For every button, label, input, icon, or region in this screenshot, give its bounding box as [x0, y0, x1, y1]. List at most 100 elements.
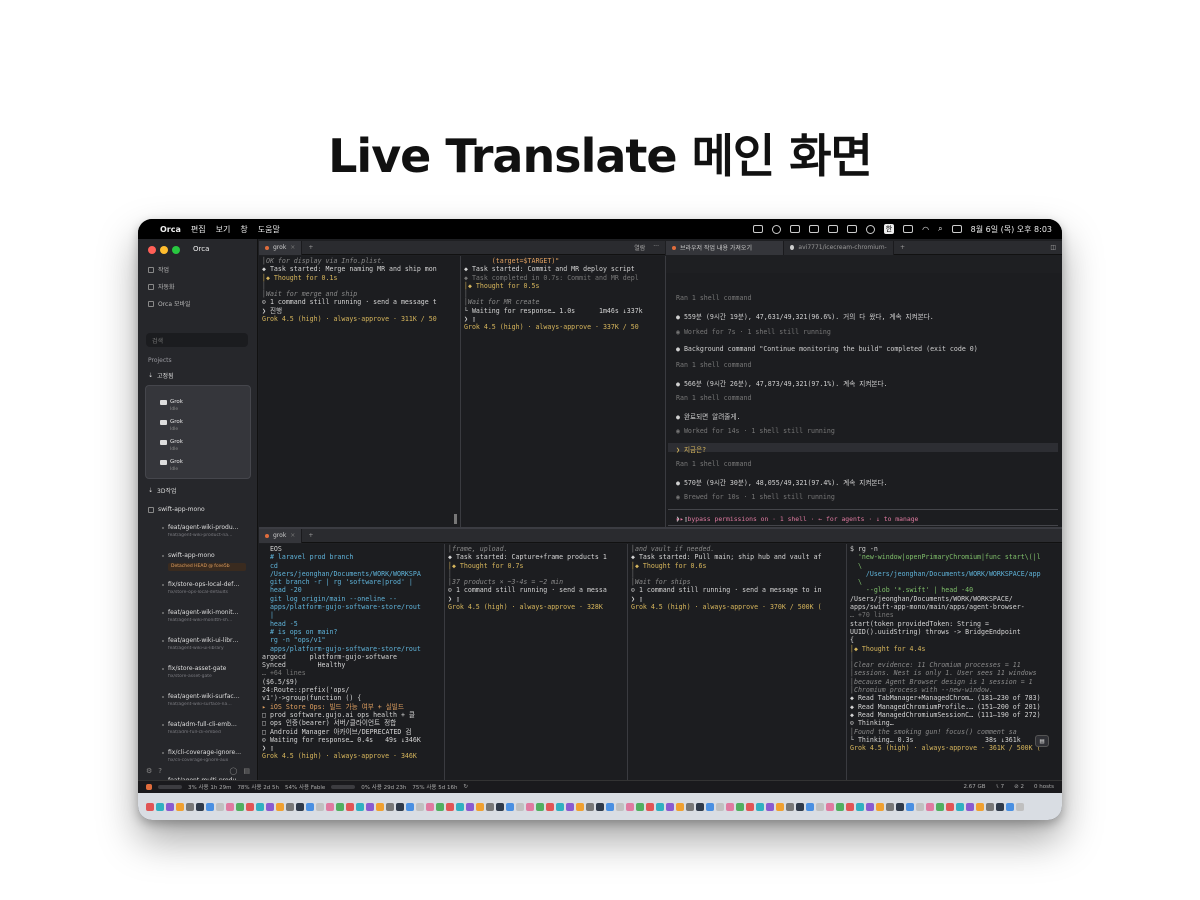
dock-app-icon[interactable]	[886, 802, 894, 811]
dock-app-icon[interactable]	[286, 802, 294, 811]
dock-app-icon[interactable]	[636, 802, 644, 811]
dock-app-icon[interactable]	[806, 802, 814, 811]
minimize-window-button[interactable]	[160, 246, 168, 254]
dock-app-icon[interactable]	[166, 802, 174, 811]
dock-app-icon[interactable]	[556, 802, 564, 811]
dock-app-icon[interactable]	[426, 802, 434, 811]
pane-overlay-icon[interactable]: ▤	[1035, 735, 1049, 747]
dock-app-icon[interactable]	[196, 802, 204, 811]
agent-chat-pane[interactable]: Ran 1 shell command ● 559분 (9시간 19분), 47…	[666, 273, 1062, 527]
dock-app-icon[interactable]	[626, 802, 634, 811]
window-icon[interactable]	[846, 225, 857, 233]
dock-app-icon[interactable]	[506, 802, 514, 811]
dock-app-icon[interactable]	[316, 802, 324, 811]
battery-icon[interactable]	[903, 225, 914, 233]
new-tab-button[interactable]: +	[894, 244, 911, 251]
worktree-item[interactable]: feat/agent-wiki-produ…	[168, 524, 250, 531]
dock-app-icon[interactable]	[646, 802, 654, 811]
dock-app-icon[interactable]	[746, 802, 754, 811]
tray-app-icon[interactable]	[789, 225, 800, 233]
dock-app-icon[interactable]	[466, 802, 474, 811]
dock-app-icon[interactable]	[346, 802, 354, 811]
dock-app-icon[interactable]	[736, 802, 744, 811]
dock-app-icon[interactable]	[786, 802, 794, 811]
dock-app-icon[interactable]	[416, 802, 424, 811]
dock-app-icon[interactable]	[816, 802, 824, 811]
dock-app-icon[interactable]	[276, 802, 284, 811]
dock-app-icon[interactable]	[706, 802, 714, 811]
dock-app-icon[interactable]	[156, 802, 164, 811]
agent-item[interactable]: Grok	[160, 439, 183, 445]
dock-app-icon[interactable]	[876, 802, 884, 811]
agent-item[interactable]: Grok	[160, 459, 183, 465]
dock-app-icon[interactable]	[216, 802, 224, 811]
dock-app-icon[interactable]	[536, 802, 544, 811]
close-icon[interactable]: ×	[290, 244, 295, 251]
menu-window[interactable]: 창	[240, 224, 247, 235]
dock-app-icon[interactable]	[586, 802, 594, 811]
dock-app-icon[interactable]	[936, 802, 944, 811]
sidebar-item-tasks[interactable]: 작업	[148, 265, 169, 274]
tab-github[interactable]: avi7771/icecream-chromium-m…	[784, 240, 894, 255]
menu-view[interactable]: 보기	[216, 224, 231, 235]
dock-app-icon[interactable]	[176, 802, 184, 811]
dock-app-icon[interactable]	[396, 802, 404, 811]
worktree-item[interactable]: feat/agent-wiki-monit…	[168, 609, 250, 616]
terminal-pane-bottom-3[interactable]: │and vault if needed. ◆ Task started: Pu…	[628, 544, 847, 780]
record-icon[interactable]	[771, 224, 781, 234]
dock-app-icon[interactable]	[266, 802, 274, 811]
dock-app-icon[interactable]	[616, 802, 624, 811]
dock-app-icon[interactable]	[296, 802, 304, 811]
dock-app-icon[interactable]	[186, 802, 194, 811]
dock-app-icon[interactable]	[676, 802, 684, 811]
agent-item[interactable]: Grok	[160, 399, 183, 405]
dock-app-icon[interactable]	[666, 802, 674, 811]
dock-app-icon[interactable]	[226, 802, 234, 811]
zoom-window-button[interactable]	[172, 246, 180, 254]
dock-app-icon[interactable]	[526, 802, 534, 811]
sidebar-item-mobile[interactable]: Orca 모바일	[148, 299, 191, 308]
terminal-pane-top-1[interactable]: │OK for display via Info.plist. ◆ Task s…	[259, 256, 461, 527]
dock-app-icon[interactable]	[956, 802, 964, 811]
dock-app-icon[interactable]	[146, 802, 154, 811]
dock-app-icon[interactable]	[796, 802, 804, 811]
dock-app-icon[interactable]	[966, 802, 974, 811]
new-tab-button[interactable]: +	[302, 244, 319, 251]
terminal-pane-bottom-4[interactable]: $ rg -n 'new-window|openPrimaryChromium|…	[847, 544, 1062, 780]
user-icon[interactable]	[865, 224, 875, 234]
section-3d-work[interactable]: ⇣ 3D작업	[148, 486, 177, 495]
dock-app-icon[interactable]	[336, 802, 344, 811]
dock-app-icon[interactable]	[406, 802, 414, 811]
dock-app-icon[interactable]	[206, 802, 214, 811]
dock-app-icon[interactable]	[1016, 802, 1024, 811]
dock-app-icon[interactable]	[766, 802, 774, 811]
scrollbar[interactable]	[454, 514, 457, 524]
tab-grok-top[interactable]: grok ×	[259, 240, 303, 255]
worktree-item[interactable]: feat/agent-wiki-ui-libr…	[168, 637, 250, 644]
worktree-item[interactable]: fix/store-ops-local-def…	[168, 581, 250, 588]
refresh-icon[interactable]: ↻	[463, 784, 468, 790]
repo-swift-app-mono[interactable]: swift-app-mono	[148, 506, 205, 513]
worktree-item[interactable]: swift-app-mono	[168, 552, 250, 559]
dock-app-icon[interactable]	[356, 802, 364, 811]
display-icon[interactable]	[827, 225, 838, 233]
dock-app-icon[interactable]	[236, 802, 244, 811]
dock-app-icon[interactable]	[996, 802, 1004, 811]
dock-app-icon[interactable]	[866, 802, 874, 811]
tray-app-icon-2[interactable]	[808, 225, 819, 233]
agent-item[interactable]: Grok	[160, 419, 183, 425]
dock-app-icon[interactable]	[576, 802, 584, 811]
worktree-item[interactable]: fix/cli-coverage-ignore…	[168, 749, 250, 756]
terminal-prompt[interactable]: ❯ ▯	[631, 595, 843, 603]
dock-app-icon[interactable]	[726, 802, 734, 811]
dock-app-icon[interactable]	[376, 802, 384, 811]
dock-app-icon[interactable]	[986, 802, 994, 811]
terminal-prompt[interactable]: ❯ 진행	[262, 307, 457, 315]
dock-app-icon[interactable]	[756, 802, 764, 811]
dock-app-icon[interactable]	[606, 802, 614, 811]
dock-app-icon[interactable]	[826, 802, 834, 811]
search-icon[interactable]: ⌕	[938, 224, 942, 234]
dock-app-icon[interactable]	[246, 802, 254, 811]
input-source-indicator[interactable]: 한	[883, 224, 895, 234]
open-button[interactable]: 열람	[634, 243, 645, 252]
